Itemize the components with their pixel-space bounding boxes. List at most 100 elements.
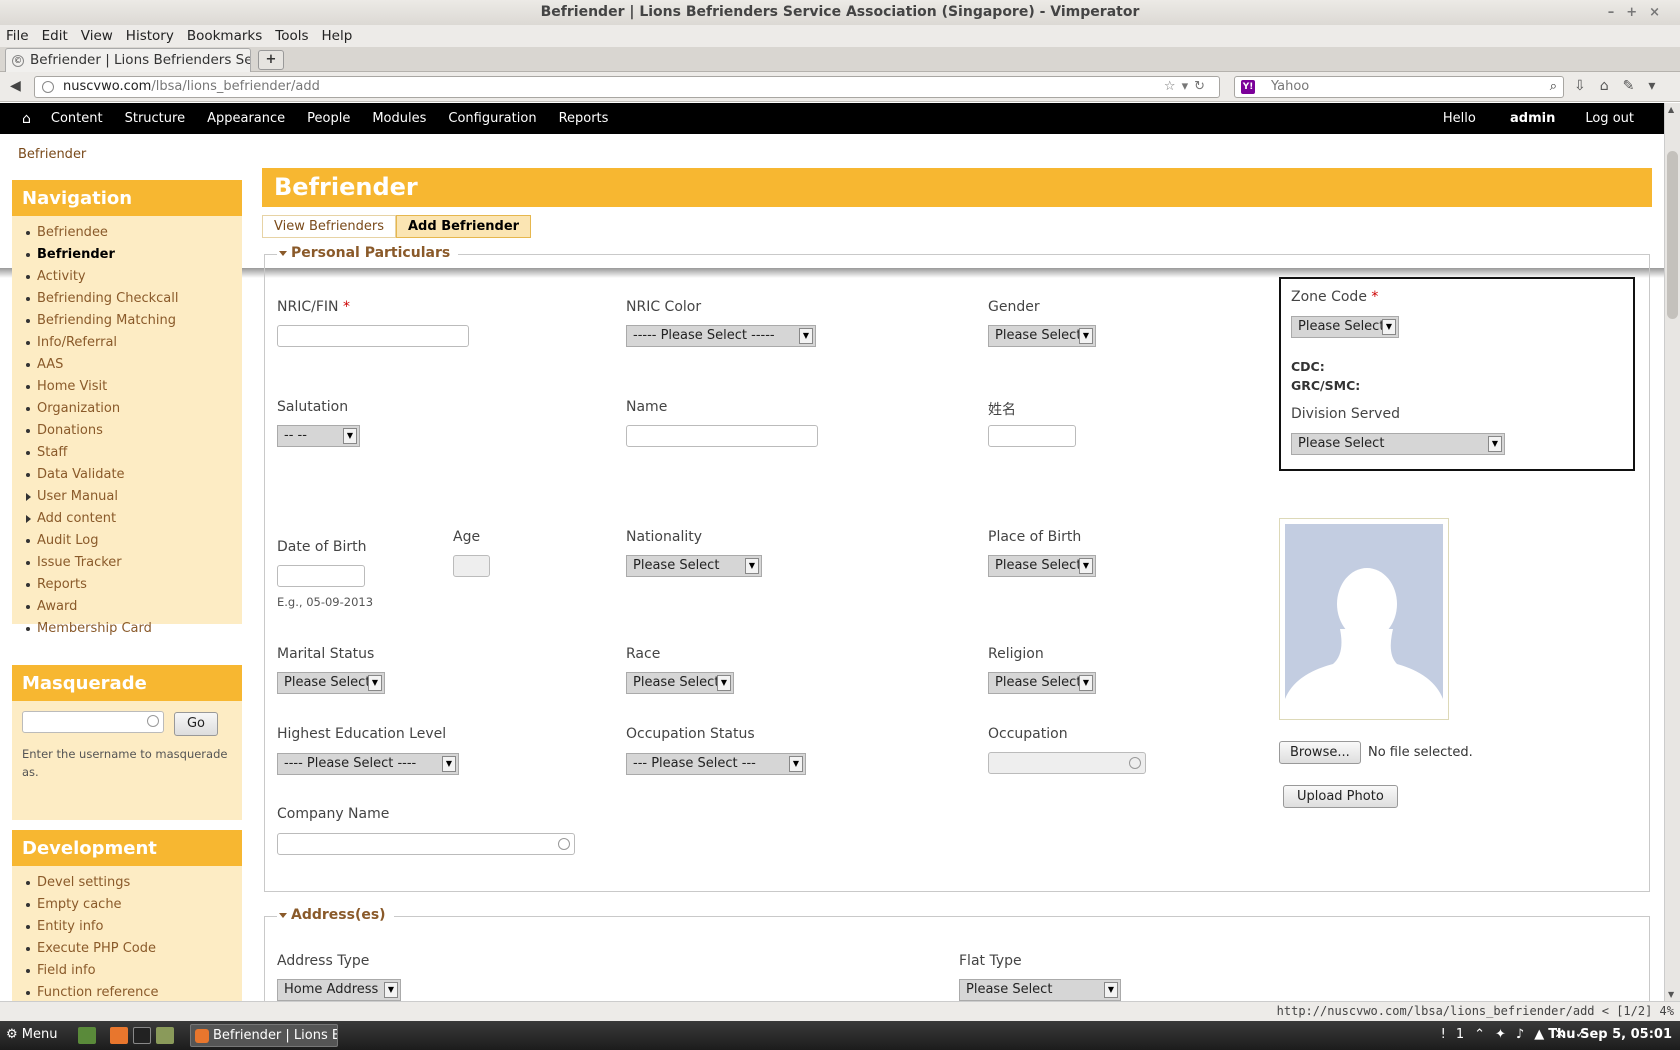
masquerade-go-button[interactable]: Go xyxy=(174,712,218,736)
terminal-icon[interactable] xyxy=(133,1027,151,1044)
toolbar-structure[interactable]: Structure xyxy=(125,111,185,126)
dob-input[interactable] xyxy=(277,565,365,587)
nric-input[interactable] xyxy=(277,325,469,347)
breadcrumb[interactable]: Befriender xyxy=(18,147,86,162)
dev-item-field-info[interactable]: Field info xyxy=(26,962,242,984)
division-served-select[interactable]: Please Select ▼ xyxy=(1291,433,1505,455)
main-region: Befriender View Befrienders Add Befriend… xyxy=(262,168,1652,1001)
addresses-legend[interactable]: Address(es) xyxy=(277,907,394,923)
tab-view-befrienders[interactable]: View Befrienders xyxy=(262,215,397,238)
dropdown-arrow-icon: ▼ xyxy=(343,428,357,444)
nric-color-select[interactable]: ----- Please Select ----- ▼ xyxy=(626,325,816,347)
back-arrow-icon[interactable]: ◀ xyxy=(10,78,21,94)
nav-item-organization[interactable]: Organization xyxy=(26,400,242,422)
company-name-input[interactable] xyxy=(277,833,575,855)
nav-item-activity[interactable]: Activity xyxy=(26,268,242,290)
nav-item-befriending-matching[interactable]: Befriending Matching xyxy=(26,312,242,334)
education-select[interactable]: ---- Please Select ---- ▼ xyxy=(277,753,459,775)
dob-hint: E.g., 05-09-2013 xyxy=(277,595,374,609)
menu-bookmarks[interactable]: Bookmarks xyxy=(187,28,262,44)
dev-item-function-reference[interactable]: Function reference xyxy=(26,984,242,1001)
zone-code-select[interactable]: Please Select ▼ xyxy=(1291,316,1399,338)
place-of-birth-select[interactable]: Please Select ▼ xyxy=(988,555,1096,577)
upload-photo-button[interactable]: Upload Photo xyxy=(1283,785,1398,808)
menu-help[interactable]: Help xyxy=(322,28,353,44)
new-tab-button[interactable]: + xyxy=(258,50,284,70)
occupation-status-select[interactable]: --- Please Select --- ▼ xyxy=(626,753,806,775)
name-input[interactable] xyxy=(626,425,818,447)
dropdown-arrow-icon: ▼ xyxy=(1382,319,1396,335)
toolbar-content[interactable]: Content xyxy=(51,111,103,126)
desktop-icon[interactable] xyxy=(78,1027,96,1044)
bookmark-star-icon[interactable]: ☆▾↻ xyxy=(1164,77,1211,97)
nav-item-staff[interactable]: Staff xyxy=(26,444,242,466)
nav-item-issue-tracker[interactable]: Issue Tracker xyxy=(26,554,242,576)
home-icon[interactable]: ⌂ xyxy=(22,111,31,127)
username[interactable]: admin xyxy=(1510,111,1555,126)
menu-edit[interactable]: Edit xyxy=(42,28,68,44)
scroll-down-icon[interactable]: ▼ xyxy=(1668,990,1674,999)
nav-item-befriender[interactable]: Befriender xyxy=(26,246,242,268)
nationality-select[interactable]: Please Select ▼ xyxy=(626,555,762,577)
window-controls[interactable]: –+× xyxy=(1608,0,1672,25)
search-bar[interactable]: Y! Yahoo ⌕ xyxy=(1234,76,1564,98)
place-of-birth-label: Place of Birth xyxy=(988,529,1082,545)
address-type-select[interactable]: Home Address ▼ xyxy=(277,979,401,1001)
menu-view[interactable]: View xyxy=(81,28,113,44)
marital-status-select[interactable]: Please Select ▼ xyxy=(277,672,385,694)
page-scrollbar[interactable]: ▲ ▼ xyxy=(1664,103,1680,1001)
browser-tab[interactable]: © Befriender | Lions Befrienders Serv... xyxy=(5,48,251,73)
salutation-label: Salutation xyxy=(277,399,349,415)
toolbar-people[interactable]: People xyxy=(307,111,350,126)
religion-select[interactable]: Please Select ▼ xyxy=(988,672,1096,694)
tab-add-befriender[interactable]: Add Befriender xyxy=(396,215,532,238)
scrollbar-thumb[interactable] xyxy=(1667,151,1678,319)
folder-icon[interactable] xyxy=(156,1027,174,1044)
dev-item-execute-php[interactable]: Execute PHP Code xyxy=(26,940,242,962)
flat-type-select[interactable]: Please Select ▼ xyxy=(959,979,1121,1001)
masquerade-input[interactable] xyxy=(22,711,164,733)
search-icon[interactable]: ⌕ xyxy=(1550,77,1557,97)
nav-item-user-manual[interactable]: User Manual xyxy=(26,488,242,510)
menu-file[interactable]: File xyxy=(6,28,29,44)
nav-item-award[interactable]: Award xyxy=(26,598,242,620)
nav-item-befriending-checkcall[interactable]: Befriending Checkcall xyxy=(26,290,242,312)
taskbar-task-firefox[interactable]: Befriender | Lions B... xyxy=(190,1024,338,1047)
dev-item-empty-cache[interactable]: Empty cache xyxy=(26,896,242,918)
nav-item-add-content[interactable]: Add content xyxy=(26,510,242,532)
dev-item-devel-settings[interactable]: Devel settings xyxy=(26,874,242,896)
nav-item-aas[interactable]: AAS xyxy=(26,356,242,378)
personal-particulars-legend[interactable]: Personal Particulars xyxy=(277,245,459,261)
scroll-up-icon[interactable]: ▲ xyxy=(1668,105,1674,114)
gender-select[interactable]: Please Select ▼ xyxy=(988,325,1096,347)
toolbar-appearance[interactable]: Appearance xyxy=(207,111,285,126)
nav-item-audit-log[interactable]: Audit Log xyxy=(26,532,242,554)
chinese-name-input[interactable] xyxy=(988,425,1076,447)
race-select[interactable]: Please Select ▼ xyxy=(626,672,734,694)
nav-item-befriendee[interactable]: Befriendee xyxy=(26,224,242,246)
url-bar[interactable]: nuscvwo.com/lbsa/lions_befriender/add ☆▾… xyxy=(34,76,1220,98)
firefox-icon[interactable] xyxy=(110,1027,128,1044)
menu-bar: File Edit View History Bookmarks Tools H… xyxy=(0,25,1680,47)
dropdown-arrow-icon: ▼ xyxy=(717,675,731,691)
nav-item-membership-card[interactable]: Membership Card xyxy=(26,620,242,642)
menu-history[interactable]: History xyxy=(126,28,174,44)
browse-button[interactable]: Browse... xyxy=(1279,741,1361,764)
nav-item-data-validate[interactable]: Data Validate xyxy=(26,466,242,488)
start-menu-button[interactable]: ⚙ Menu xyxy=(6,1027,58,1042)
zone-code-label-text: Zone Code xyxy=(1291,289,1367,305)
menu-tools[interactable]: Tools xyxy=(275,28,308,44)
nric-color-value: ----- Please Select ----- xyxy=(633,328,775,343)
toolbar-modules[interactable]: Modules xyxy=(372,111,426,126)
nav-item-reports[interactable]: Reports xyxy=(26,576,242,598)
nav-item-home-visit[interactable]: Home Visit xyxy=(26,378,242,400)
nav-item-donations[interactable]: Donations xyxy=(26,422,242,444)
toolbar-configuration[interactable]: Configuration xyxy=(448,111,536,126)
dev-item-entity-info[interactable]: Entity info xyxy=(26,918,242,940)
nav-item-info-referral[interactable]: Info/Referral xyxy=(26,334,242,356)
address-type-value: Home Address xyxy=(284,982,379,997)
salutation-select[interactable]: -- -- ▼ xyxy=(277,425,360,447)
logout-link[interactable]: Log out xyxy=(1585,111,1634,126)
toolbar-reports[interactable]: Reports xyxy=(559,111,609,126)
download-home-icons[interactable]: ⇩⌂✎▾ xyxy=(1574,78,1669,94)
